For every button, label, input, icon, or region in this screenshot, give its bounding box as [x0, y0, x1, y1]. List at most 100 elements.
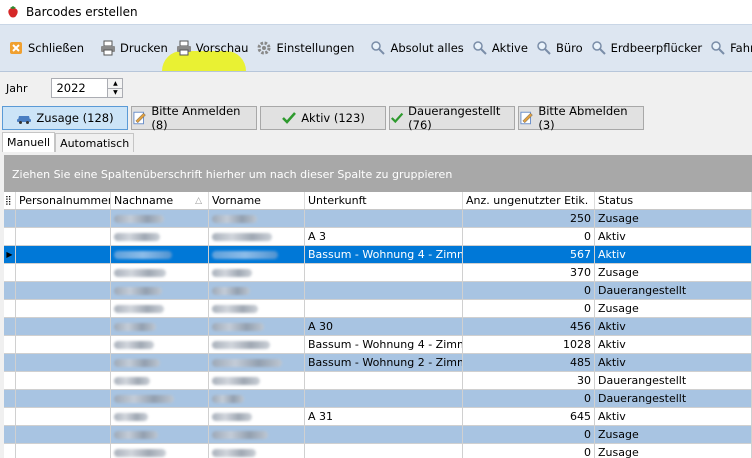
table-row[interactable]: 30 Dauerangestellt — [4, 372, 752, 390]
cell-vorname[interactable] — [209, 444, 305, 458]
cell-personalnummer[interactable] — [16, 300, 111, 318]
table-row[interactable]: ▶ Bassum - Wohnung 4 - Zimmer 4567Aktiv — [4, 246, 752, 264]
table-row[interactable]: Bassum - Wohnung 2 - Zimmer 1485Aktiv — [4, 354, 752, 372]
table-row[interactable]: 0 Zusage — [4, 300, 752, 318]
filter-aktiv-button[interactable]: Aktiv (123) — [260, 106, 386, 130]
cell-unterkunft[interactable] — [305, 444, 463, 458]
row-indicator[interactable] — [4, 318, 16, 336]
row-indicator[interactable] — [4, 264, 16, 282]
table-row[interactable]: 0 Dauerangestellt — [4, 390, 752, 408]
row-indicator[interactable]: ▶ — [4, 246, 16, 264]
cell-vorname[interactable] — [209, 336, 305, 354]
cell-unterkunft[interactable]: Bassum - Wohnung 4 - Zimmer 5 — [305, 336, 463, 354]
row-indicator[interactable] — [4, 300, 16, 318]
cell-status[interactable]: Aktiv — [595, 318, 752, 336]
cell-anzahl[interactable]: 645 — [463, 408, 595, 426]
table-row[interactable]: A 31 645 Aktiv — [4, 408, 752, 426]
row-indicator[interactable] — [4, 408, 16, 426]
group-by-panel[interactable]: Ziehen Sie eine Spaltenüberschrift hierh… — [4, 155, 752, 192]
row-indicator[interactable] — [4, 336, 16, 354]
column-chooser-icon[interactable]: ⣿ — [4, 192, 16, 209]
cell-status[interactable]: Zusage — [595, 426, 752, 444]
cell-unterkunft[interactable] — [305, 426, 463, 444]
print-button[interactable]: Drucken — [96, 33, 172, 63]
cell-personalnummer[interactable] — [16, 354, 111, 372]
cell-vorname[interactable] — [209, 426, 305, 444]
table-row[interactable]: Bassum - Wohnung 4 - Zimmer 51028Aktiv — [4, 336, 752, 354]
column-header-anzahl[interactable]: Anz. ungenutzter Etik. — [463, 192, 595, 209]
filter-abmelden-button[interactable]: Bitte Abmelden (3) — [518, 104, 644, 132]
cell-status[interactable]: Zusage — [595, 300, 752, 318]
filter-zusage-button[interactable]: Zusage (128) — [2, 106, 128, 130]
filter-dauer-button[interactable]: Dauerangestellt (76) — [389, 104, 515, 132]
cell-vorname[interactable] — [209, 354, 305, 372]
cell-unterkunft[interactable] — [305, 210, 463, 228]
row-indicator[interactable] — [4, 354, 16, 372]
cell-unterkunft[interactable] — [305, 390, 463, 408]
tab-automatisch[interactable]: Automatisch — [55, 133, 135, 152]
cell-personalnummer[interactable] — [16, 228, 111, 246]
cell-personalnummer[interactable] — [16, 372, 111, 390]
table-row[interactable]: 0 Zusage — [4, 444, 752, 458]
cell-nachname[interactable] — [111, 264, 209, 282]
cell-personalnummer[interactable] — [16, 426, 111, 444]
cell-status[interactable]: Aktiv — [595, 354, 752, 372]
cell-status[interactable]: Dauerangestellt — [595, 372, 752, 390]
cell-anzahl[interactable]: 370 — [463, 264, 595, 282]
row-indicator[interactable] — [4, 444, 16, 458]
cell-anzahl[interactable]: 485 — [463, 354, 595, 372]
cell-status[interactable]: Aktiv — [595, 336, 752, 354]
year-spin-buttons[interactable]: ▲ ▼ — [107, 79, 123, 97]
row-indicator[interactable] — [4, 282, 16, 300]
table-row[interactable]: 370 Zusage — [4, 264, 752, 282]
cell-anzahl[interactable]: 30 — [463, 372, 595, 390]
row-indicator[interactable] — [4, 210, 16, 228]
cell-vorname[interactable] — [209, 408, 305, 426]
year-spinner[interactable]: 2022 ▲ ▼ — [51, 78, 124, 98]
column-header-status[interactable]: Status — [595, 192, 752, 209]
column-header-unterkunft[interactable]: Unterkunft — [305, 192, 463, 209]
cell-nachname[interactable] — [111, 444, 209, 458]
cell-vorname[interactable] — [209, 300, 305, 318]
cell-vorname[interactable] — [209, 228, 305, 246]
table-row[interactable]: A 3 0 Aktiv — [4, 228, 752, 246]
filter-anmelden-button[interactable]: Bitte Anmelden (8) — [131, 104, 257, 132]
cell-status[interactable]: Aktiv — [595, 228, 752, 246]
cell-unterkunft[interactable] — [305, 282, 463, 300]
cell-anzahl[interactable]: 0 — [463, 282, 595, 300]
cell-nachname[interactable] — [111, 372, 209, 390]
cell-nachname[interactable] — [111, 426, 209, 444]
cell-anzahl[interactable]: 0 — [463, 228, 595, 246]
cell-personalnummer[interactable] — [16, 390, 111, 408]
cell-vorname[interactable] — [209, 246, 305, 264]
cell-unterkunft[interactable] — [305, 300, 463, 318]
cell-nachname[interactable] — [111, 390, 209, 408]
cell-vorname[interactable] — [209, 372, 305, 390]
tab-manuell[interactable]: Manuell — [2, 132, 56, 152]
cell-personalnummer[interactable] — [16, 408, 111, 426]
row-indicator[interactable] — [4, 390, 16, 408]
preview-button[interactable]: Vorschau — [172, 33, 253, 63]
cell-vorname[interactable] — [209, 318, 305, 336]
row-indicator[interactable] — [4, 372, 16, 390]
cell-personalnummer[interactable] — [16, 444, 111, 458]
cell-anzahl[interactable]: 0 — [463, 426, 595, 444]
cell-personalnummer[interactable] — [16, 318, 111, 336]
cell-anzahl[interactable]: 0 — [463, 390, 595, 408]
filter-all-button[interactable]: Absolut alles — [366, 33, 467, 63]
cell-nachname[interactable] — [111, 300, 209, 318]
cell-nachname[interactable] — [111, 408, 209, 426]
filter-drivers-button[interactable]: Fahrer/Ver — [706, 33, 752, 63]
column-header-nachname[interactable]: Nachname △ — [111, 192, 209, 209]
row-indicator[interactable] — [4, 426, 16, 444]
cell-unterkunft[interactable]: A 3 — [305, 228, 463, 246]
filter-office-button[interactable]: Büro — [532, 33, 587, 63]
cell-status[interactable]: Zusage — [595, 264, 752, 282]
table-row[interactable]: 0 Zusage — [4, 426, 752, 444]
cell-nachname[interactable] — [111, 246, 209, 264]
cell-unterkunft[interactable]: Bassum - Wohnung 2 - Zimmer 1 — [305, 354, 463, 372]
filter-active-button[interactable]: Aktive — [468, 33, 532, 63]
cell-anzahl[interactable]: 1028 — [463, 336, 595, 354]
settings-button[interactable]: Einstellungen — [252, 33, 358, 63]
cell-unterkunft[interactable] — [305, 372, 463, 390]
